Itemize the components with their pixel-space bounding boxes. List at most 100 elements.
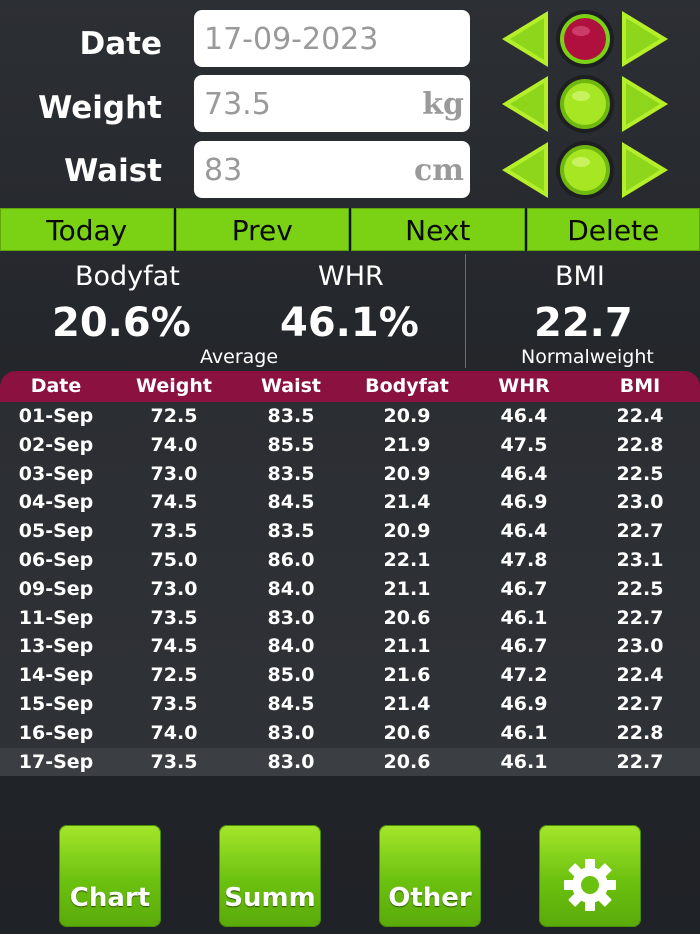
table-row[interactable]: 16-Sep 74.0 83.0 20.6 46.1 22.8: [0, 719, 700, 748]
cell-waist: 84.5: [267, 692, 315, 715]
cell-bodyfat: 21.1: [383, 635, 431, 658]
history-table: Date Weight Waist Bodyfat WHR BMI 01-Sep…: [0, 371, 700, 777]
date-stepper[interactable]: [500, 9, 670, 69]
cell-bmi: 22.8: [616, 433, 664, 456]
table-row[interactable]: 14-Sep 72.5 85.0 21.6 47.2 22.4: [0, 661, 700, 690]
cell-bmi: 22.5: [616, 462, 664, 485]
table-row[interactable]: 01-Sep 72.5 83.5 20.9 46.4 22.4: [0, 402, 700, 431]
other-button[interactable]: Other: [379, 825, 481, 927]
table-row[interactable]: 13-Sep 74.5 84.0 21.1 46.7 23.0: [0, 632, 700, 661]
cell-bmi: 22.7: [616, 520, 664, 543]
cell-bodyfat: 20.6: [383, 750, 431, 773]
cell-weight: 72.5: [150, 664, 198, 687]
header-bodyfat[interactable]: Bodyfat: [346, 371, 468, 402]
bmi-status: Normalweight: [521, 346, 654, 368]
cell-date: 16-Sep: [18, 721, 94, 744]
cell-whr: 46.7: [500, 577, 548, 600]
date-field[interactable]: 17-09-2023: [194, 10, 470, 67]
cell-bodyfat: 20.9: [383, 405, 431, 427]
prev-button[interactable]: Prev: [175, 208, 349, 251]
weight-value: 73.5: [204, 87, 271, 122]
date-label: Date: [79, 26, 163, 62]
cell-weight: 73.0: [150, 577, 198, 600]
cell-whr: 46.1: [500, 750, 548, 773]
table-body: 01-Sep 72.5 83.5 20.9 46.4 22.4 02-Sep 74.0 85.5…: [0, 402, 700, 777]
cell-weight: 73.5: [150, 520, 198, 543]
cell-whr: 46.7: [500, 635, 548, 658]
cell-date: 06-Sep: [18, 548, 94, 571]
table-row[interactable]: 02-Sep 74.0 85.5 21.9 47.5 22.8: [0, 431, 700, 460]
header-bmi[interactable]: BMI: [580, 371, 700, 402]
delete-button[interactable]: Delete: [526, 208, 700, 251]
cell-bodyfat: 21.9: [383, 433, 431, 456]
today-button[interactable]: Today: [0, 208, 174, 251]
table-row[interactable]: 09-Sep 73.0 84.0 21.1 46.7 22.5: [0, 575, 700, 604]
cell-whr: 46.9: [500, 692, 548, 715]
summ-button[interactable]: Summ: [219, 825, 321, 927]
cell-weight: 73.5: [150, 606, 198, 629]
cell-waist: 84.0: [267, 577, 315, 600]
cell-bmi: 22.4: [616, 664, 664, 687]
table-row[interactable]: 04-Sep 74.5 84.5 21.4 46.9 23.0: [0, 488, 700, 517]
cell-bodyfat: 20.6: [383, 721, 431, 744]
weight-stepper[interactable]: [500, 74, 670, 134]
cell-bodyfat: 21.4: [383, 692, 431, 715]
cell-waist: 84.0: [267, 635, 315, 658]
waist-stepper[interactable]: [500, 140, 670, 200]
right-arrow-icon[interactable]: [622, 11, 668, 67]
table-row[interactable]: 06-Sep 75.0 86.0 22.1 47.8 23.1: [0, 546, 700, 575]
cell-date: 04-Sep: [18, 491, 94, 514]
cell-date: 09-Sep: [18, 577, 94, 600]
cell-waist: 85.0: [267, 664, 315, 687]
whr-value: 46.1%: [280, 300, 419, 346]
chart-button[interactable]: Chart: [59, 825, 161, 927]
table-header: Date Weight Waist Bodyfat WHR BMI: [0, 371, 700, 402]
header-whr[interactable]: WHR: [468, 371, 580, 402]
cell-bmi: 22.7: [616, 606, 664, 629]
cell-weight: 73.0: [150, 462, 198, 485]
weight-field[interactable]: 73.5 kg: [194, 75, 470, 132]
cell-weight: 73.5: [150, 750, 198, 773]
next-button[interactable]: Next: [351, 208, 525, 251]
cell-bodyfat: 21.4: [383, 491, 431, 514]
settings-button[interactable]: [539, 825, 641, 927]
cell-bodyfat: 20.9: [383, 520, 431, 543]
whr-title: WHR: [318, 261, 384, 292]
left-arrow-icon[interactable]: [502, 142, 548, 198]
cell-weight: 74.0: [150, 433, 198, 456]
cell-bmi: 23.0: [616, 635, 664, 658]
left-arrow-icon[interactable]: [502, 11, 548, 67]
cell-date: 11-Sep: [18, 606, 94, 629]
weight-label: Weight: [38, 90, 162, 126]
cell-bmi: 22.7: [616, 750, 664, 773]
table-row[interactable]: 17-Sep 73.5 83.0 20.6 46.1 22.7: [0, 747, 700, 777]
cell-waist: 84.5: [267, 491, 315, 514]
table-row[interactable]: 05-Sep 73.5 83.5 20.9 46.4 22.7: [0, 517, 700, 546]
action-bar: Today Prev Next Delete: [0, 208, 700, 251]
waist-value: 83: [204, 153, 243, 188]
cell-whr: 47.8: [500, 548, 548, 571]
cell-waist: 86.0: [267, 548, 315, 571]
header-weight[interactable]: Weight: [112, 371, 236, 402]
cell-bodyfat: 21.1: [383, 577, 431, 600]
header-date[interactable]: Date: [0, 371, 112, 402]
left-arrow-icon[interactable]: [502, 76, 548, 132]
weight-unit: kg: [422, 87, 464, 122]
table-row[interactable]: 03-Sep 73.0 83.5 20.9 46.4 22.5: [0, 460, 700, 489]
average-label: Average: [200, 346, 279, 368]
waist-label: Waist: [64, 153, 162, 189]
waist-field[interactable]: 83 cm: [194, 141, 470, 198]
other-button-label: Other: [388, 883, 472, 913]
cell-waist: 83.0: [267, 606, 315, 629]
table-row[interactable]: 11-Sep 73.5 83.0 20.6 46.1 22.7: [0, 604, 700, 633]
cell-bodyfat: 21.6: [383, 664, 431, 687]
cell-weight: 72.5: [150, 405, 198, 427]
stats-divider: [465, 254, 466, 368]
chart-button-label: Chart: [69, 883, 151, 913]
header-waist[interactable]: Waist: [236, 371, 346, 402]
table-row[interactable]: 15-Sep 73.5 84.5 21.4 46.9 22.7: [0, 690, 700, 719]
right-arrow-icon[interactable]: [622, 76, 668, 132]
cell-date: 15-Sep: [18, 692, 94, 715]
right-arrow-icon[interactable]: [622, 142, 668, 198]
cell-date: 14-Sep: [18, 664, 94, 687]
